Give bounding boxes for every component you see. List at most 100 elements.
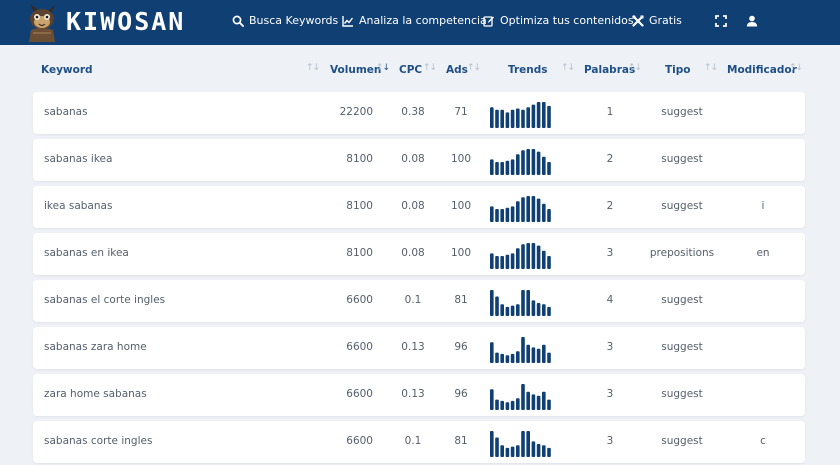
brand-name[interactable]: KIWOSAN xyxy=(66,7,185,36)
trend-sparkline xyxy=(490,102,551,128)
trend-bar xyxy=(490,107,494,128)
column-header-volumen[interactable]: Volumen xyxy=(330,64,381,76)
nav-busca-keywords[interactable]: Busca Keywords xyxy=(232,14,338,27)
trend-bar xyxy=(536,198,541,222)
ads-cell: 81 xyxy=(454,435,468,447)
keyword-cell: sabanas ikea xyxy=(44,153,113,165)
trend-bar xyxy=(547,447,551,457)
trend-bar xyxy=(490,253,494,269)
palabras-cell: 2 xyxy=(606,200,614,212)
sort-arrows-icon[interactable]: ↑↓ xyxy=(467,63,481,73)
table-row[interactable]: ikea sabanas 8100 0.08 100 2 suggest i xyxy=(33,186,805,228)
trend-bar xyxy=(510,446,515,457)
kiwi-mascot-logo-icon[interactable] xyxy=(22,2,62,44)
fullscreen-icon[interactable] xyxy=(713,13,729,29)
trend-bar xyxy=(500,109,504,128)
cpc-cell: 0.38 xyxy=(401,106,425,118)
trend-bar xyxy=(521,244,525,269)
tipo-cell: suggest xyxy=(661,294,703,306)
table-row[interactable]: sabanas el corte ingles 6600 0.1 81 4 suggest xyxy=(33,280,805,322)
trend-sparkline xyxy=(490,196,551,222)
volumen-cell: 22200 xyxy=(339,106,373,118)
palabras-cell: 3 xyxy=(606,435,614,447)
tipo-cell: suggest xyxy=(661,153,703,165)
trend-bar xyxy=(526,196,530,222)
trend-bar xyxy=(510,305,515,316)
volumen-cell: 8100 xyxy=(346,200,373,212)
trend-bar xyxy=(500,256,504,269)
palabras-cell: 3 xyxy=(606,247,614,259)
user-icon[interactable] xyxy=(744,13,760,29)
trend-bar xyxy=(500,162,504,175)
volumen-cell: 6600 xyxy=(346,341,373,353)
trend-bar xyxy=(495,209,499,222)
sort-arrows-icon[interactable]: ↑↓ xyxy=(628,63,642,73)
trend-bar xyxy=(516,351,520,363)
nav-analiza-competencia[interactable]: Analiza la competencia xyxy=(342,14,487,27)
sort-arrows-icon[interactable]: ↑↓ xyxy=(561,63,575,73)
table-row[interactable]: sabanas zara home 6600 0.13 96 3 suggest xyxy=(33,327,805,369)
sort-arrows-icon[interactable]: ↑↓ xyxy=(423,63,437,73)
volumen-cell: 8100 xyxy=(346,247,373,259)
trend-bar xyxy=(505,160,510,175)
trend-bar xyxy=(510,109,515,128)
edit-icon xyxy=(483,15,494,27)
column-header-modificador[interactable]: Modificador xyxy=(727,64,797,76)
trend-bar xyxy=(542,156,546,175)
trend-bar xyxy=(490,389,494,410)
volumen-cell: 6600 xyxy=(346,388,373,400)
sort-arrows-icon[interactable]: ↑↓ xyxy=(704,63,718,73)
palabras-cell: 3 xyxy=(606,388,614,400)
trend-bar xyxy=(542,102,546,128)
sort-arrows-icon[interactable]: ↑↓ xyxy=(789,63,803,73)
cpc-cell: 0.08 xyxy=(401,200,425,212)
trend-bar xyxy=(542,250,546,269)
table-row[interactable]: sabanas corte ingles 6600 0.1 81 3 suggest c xyxy=(33,421,805,463)
trend-bar xyxy=(521,197,525,222)
sort-arrows-icon[interactable]: ↑↓ xyxy=(306,63,320,73)
chart-line-icon xyxy=(342,15,354,27)
nav-label: Busca Keywords xyxy=(249,14,339,27)
trend-bar xyxy=(531,347,536,363)
column-header-trends[interactable]: Trends xyxy=(508,64,548,76)
trend-bar xyxy=(505,306,510,316)
trend-sparkline xyxy=(490,337,551,363)
trend-bar xyxy=(547,399,551,410)
search-icon xyxy=(232,15,244,27)
column-header-cpc[interactable]: CPC xyxy=(399,64,422,76)
trend-bar xyxy=(526,431,530,457)
nav-label: Gratis xyxy=(649,14,682,27)
nav-gratis[interactable]: Gratis xyxy=(632,14,682,27)
table-row[interactable]: sabanas 22200 0.38 71 1 suggest xyxy=(33,92,805,134)
modificador-cell: en xyxy=(756,247,770,259)
trend-bar xyxy=(516,248,520,269)
trend-bar xyxy=(516,398,520,410)
cpc-cell: 0.08 xyxy=(401,153,425,165)
trend-bar xyxy=(495,296,499,316)
table-row[interactable]: zara home sabanas 6600 0.13 96 3 suggest xyxy=(33,374,805,416)
nav-optimiza-contenidos[interactable]: Optimiza tus contenidos xyxy=(483,14,634,27)
column-header-tipo[interactable]: Tipo xyxy=(665,64,691,76)
trend-bar xyxy=(526,290,530,316)
trend-sparkline xyxy=(490,431,551,457)
keyword-cell: sabanas zara home xyxy=(44,341,147,353)
trend-bar xyxy=(516,445,520,457)
keyword-cell: sabanas en ikea xyxy=(44,247,129,259)
trend-bar xyxy=(542,203,546,222)
column-header-keyword[interactable]: Keyword xyxy=(41,64,93,76)
table-row[interactable]: sabanas en ikea 8100 0.08 100 3 prepositions e… xyxy=(33,233,805,275)
ads-cell: 71 xyxy=(454,106,468,118)
trend-bar xyxy=(547,162,551,175)
trend-bar xyxy=(500,209,504,222)
column-header-ads[interactable]: Ads xyxy=(446,64,468,76)
trend-bar xyxy=(521,384,525,410)
table-row[interactable]: sabanas ikea 8100 0.08 100 2 suggest xyxy=(33,139,805,181)
trend-bar xyxy=(547,105,551,128)
trend-bar xyxy=(526,243,530,269)
cpc-cell: 0.13 xyxy=(401,341,425,353)
sort-arrows-active-icon[interactable]: ↑↓ xyxy=(376,63,390,73)
ads-cell: 96 xyxy=(454,341,468,353)
trend-bar xyxy=(510,400,515,410)
trend-bar xyxy=(490,159,494,175)
cpc-cell: 0.1 xyxy=(404,294,422,306)
